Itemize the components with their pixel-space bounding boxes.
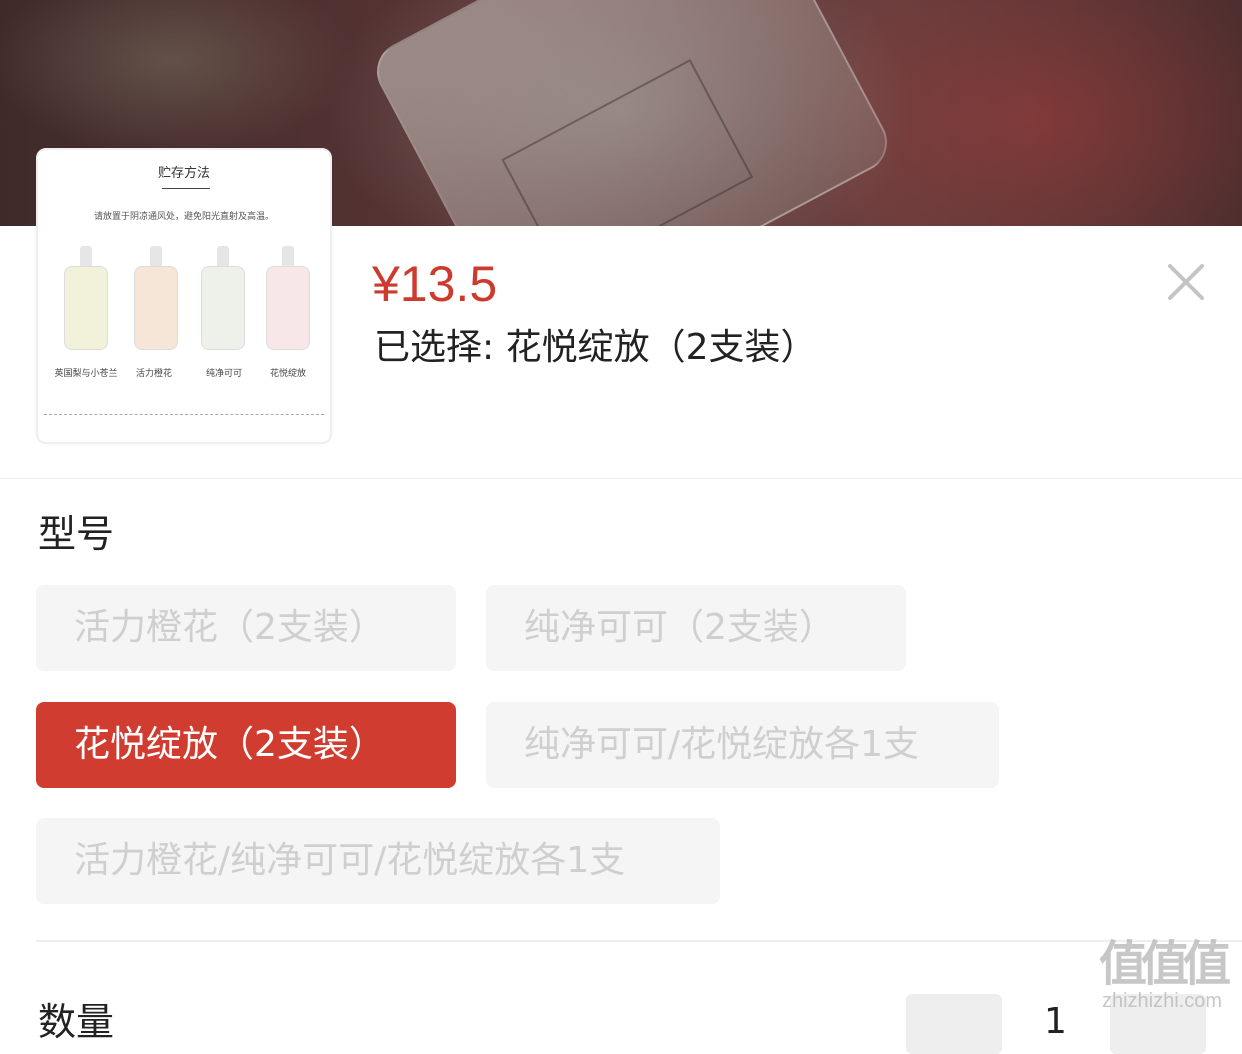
thumbnail-title: 贮存方法	[157, 166, 210, 181]
mini-bottle-body	[201, 266, 245, 350]
mini-caption: 英国梨与小苍兰	[54, 369, 118, 379]
quantity-value: 1	[1044, 1001, 1067, 1042]
mini-bottle-3	[201, 246, 245, 350]
price: ¥13.5	[372, 256, 498, 312]
thumbnail-dashed-rule	[44, 414, 324, 415]
bottle-label	[501, 59, 754, 226]
thumbnail-title-rule	[162, 188, 210, 189]
selected-variant-text: 已选择: 花悦绽放（2支装）	[374, 327, 817, 368]
header-divider	[0, 478, 1242, 479]
mini-caption: 花悦绽放	[269, 369, 306, 379]
thumbnail-note: 请放置于阴凉通风处，避免阳光直射及高温。	[93, 212, 274, 222]
mini-bottle-1	[64, 246, 108, 350]
spec-option-3-selected[interactable]: 花悦绽放（2支装）	[36, 702, 456, 788]
close-button[interactable]	[1164, 260, 1208, 304]
spec-option-1[interactable]: 活力橙花（2支装）	[36, 585, 456, 671]
mini-bottle-body	[64, 266, 108, 350]
mini-bottle-body	[266, 266, 310, 350]
spec-option-4[interactable]: 纯净可可/花悦绽放各1支	[486, 702, 999, 788]
watermark-logo: 值值值	[1098, 936, 1231, 992]
close-icon[interactable]	[1164, 260, 1208, 304]
watermark-url: zhizhizhi.com	[1101, 990, 1223, 1012]
section-divider	[36, 940, 1242, 942]
mini-bottle-body	[134, 266, 178, 350]
mini-bottle-2	[134, 246, 178, 350]
product-thumbnail[interactable]: 贮存方法 请放置于阴凉通风处，避免阳光直射及高温。 英国梨与小苍兰 活力橙花 纯…	[36, 148, 332, 444]
quantity-label: 数量	[38, 1000, 115, 1044]
perfume-bottle-photo	[366, 0, 898, 226]
spec-option-2[interactable]: 纯净可可（2支装）	[486, 585, 906, 671]
mini-caption: 活力橙花	[135, 369, 172, 379]
mini-caption: 纯净可可	[205, 369, 242, 379]
spec-option-5[interactable]: 活力橙花/纯净可可/花悦绽放各1支	[36, 818, 720, 904]
quantity-decrease-button[interactable]	[906, 994, 1002, 1054]
site-watermark: 值值值 zhizhizhi.com	[1092, 938, 1232, 1012]
spec-section-title: 型号	[38, 512, 115, 556]
mini-bottle-4	[266, 246, 310, 350]
